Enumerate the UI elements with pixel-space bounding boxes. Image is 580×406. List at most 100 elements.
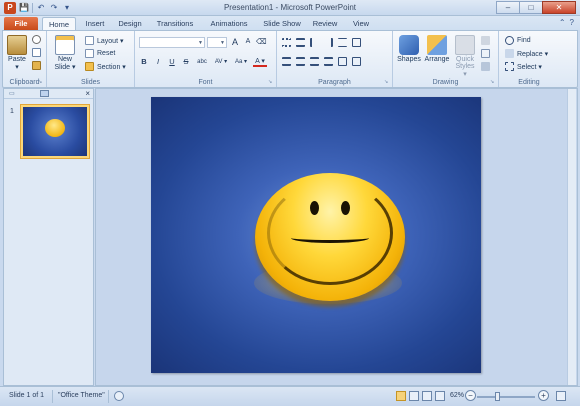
- cut-button[interactable]: [32, 35, 41, 44]
- slides-tab-icon[interactable]: [40, 90, 49, 97]
- text-shadow-button[interactable]: abc: [195, 57, 209, 67]
- columns-icon[interactable]: [352, 38, 361, 47]
- spell-check-icon[interactable]: [114, 391, 124, 401]
- align-left-icon[interactable]: [282, 57, 291, 66]
- align-right-icon[interactable]: [310, 57, 319, 66]
- reading-view-icon[interactable]: [422, 391, 432, 401]
- zoom-in-button[interactable]: +: [538, 390, 549, 401]
- slide-canvas[interactable]: [151, 97, 481, 373]
- shapes-button[interactable]: Shapes: [397, 35, 421, 63]
- drawing-group-label: Drawing: [432, 79, 459, 86]
- tab-transitions[interactable]: Transitions: [152, 17, 198, 30]
- group-font: ▼ ▼ A A ⌫ B I U S abc AV ▾ Aa ▾ A ▾ Font…: [135, 31, 277, 87]
- group-editing: Find Replace ▾ Select ▾ Editing: [499, 31, 559, 87]
- status-divider: [52, 390, 53, 403]
- font-size-select[interactable]: ▼: [207, 37, 227, 48]
- slides-panel-header: ▭ ×: [4, 89, 93, 99]
- justify-icon[interactable]: [324, 57, 333, 66]
- underline-button[interactable]: U: [167, 57, 177, 67]
- replace-button[interactable]: Replace ▾: [505, 49, 548, 58]
- new-slide-label-2: Slide ▾: [54, 64, 76, 71]
- reset-button[interactable]: Reset: [85, 49, 115, 58]
- shape-format-buttons: [481, 36, 490, 71]
- tab-home[interactable]: Home: [42, 17, 76, 30]
- group-clipboard: Paste ▾ Clipboard ↘: [3, 31, 47, 87]
- change-case-button[interactable]: Aa ▾: [233, 57, 249, 67]
- section-button[interactable]: Section ▾: [85, 62, 126, 71]
- smiley-mouth: [291, 233, 369, 243]
- slideshow-view-icon[interactable]: [435, 391, 445, 401]
- close-panel-icon[interactable]: ×: [85, 89, 90, 98]
- layout-label: Layout ▾: [97, 37, 124, 45]
- character-spacing-button[interactable]: AV ▾: [213, 57, 229, 67]
- drawing-launcher-icon[interactable]: ↘: [490, 79, 496, 85]
- tab-animations[interactable]: Animations: [204, 17, 254, 30]
- format-painter-button[interactable]: [32, 61, 41, 70]
- paste-button[interactable]: Paste ▾: [6, 35, 28, 71]
- grow-font-icon[interactable]: A: [230, 37, 240, 47]
- select-button[interactable]: Select ▾: [505, 62, 542, 71]
- close-button[interactable]: ✕: [542, 1, 576, 14]
- zoom-out-button[interactable]: −: [465, 390, 476, 401]
- tab-view[interactable]: View: [348, 17, 374, 30]
- text-direction-icon[interactable]: [338, 57, 347, 66]
- increase-indent-icon[interactable]: [324, 38, 333, 47]
- vertical-scrollbar[interactable]: [567, 89, 576, 385]
- quick-styles-icon: [455, 35, 475, 55]
- smiley-right-eye: [341, 201, 350, 215]
- collapse-icon[interactable]: ▭: [9, 90, 15, 97]
- zoom-level[interactable]: 62%: [450, 392, 464, 399]
- bold-button[interactable]: B: [139, 57, 149, 67]
- font-family-select[interactable]: ▼: [139, 37, 205, 48]
- align-center-icon[interactable]: [296, 57, 305, 66]
- paste-label: Paste: [8, 56, 26, 63]
- shape-effects-icon[interactable]: [481, 62, 490, 71]
- numbering-icon[interactable]: [296, 38, 305, 47]
- new-slide-label: New: [57, 56, 72, 63]
- tab-review[interactable]: Review: [310, 17, 340, 30]
- tab-insert[interactable]: Insert: [80, 17, 110, 30]
- select-icon: [505, 62, 514, 71]
- find-button[interactable]: Find: [505, 36, 531, 45]
- minimize-ribbon-icon[interactable]: ⌃: [559, 18, 566, 27]
- zoom-slider[interactable]: [477, 396, 535, 398]
- help-icon[interactable]: ?: [570, 18, 574, 27]
- tab-slide-show[interactable]: Slide Show: [260, 17, 304, 30]
- slide-sorter-icon[interactable]: [409, 391, 419, 401]
- bullets-icon[interactable]: [282, 38, 291, 47]
- paragraph-launcher-icon[interactable]: ↘: [384, 79, 390, 85]
- shrink-font-icon[interactable]: A: [243, 37, 253, 47]
- shape-fill-icon[interactable]: [481, 36, 490, 45]
- strikethrough-button[interactable]: S: [181, 57, 191, 67]
- shapes-label: Shapes: [397, 56, 421, 63]
- font-color-button[interactable]: A ▾: [253, 57, 267, 67]
- shape-outline-icon[interactable]: [481, 49, 490, 58]
- clear-formatting-icon[interactable]: ⌫: [256, 37, 267, 47]
- smiley-face-image[interactable]: [255, 173, 405, 301]
- clipboard-launcher-icon[interactable]: ↘: [38, 79, 44, 85]
- font-launcher-icon[interactable]: ↘: [268, 79, 274, 85]
- new-slide-button[interactable]: New Slide ▾: [53, 35, 77, 71]
- fit-slide-icon[interactable]: [556, 391, 566, 401]
- layout-button[interactable]: Layout ▾: [85, 36, 123, 45]
- normal-view-icon[interactable]: [396, 391, 406, 401]
- copy-button[interactable]: [32, 48, 41, 57]
- decrease-indent-icon[interactable]: [310, 38, 319, 47]
- convert-to-smartart-icon[interactable]: [352, 57, 361, 66]
- zoom-slider-thumb[interactable]: [495, 392, 500, 401]
- quick-styles-label: Quick: [456, 56, 474, 63]
- tab-file[interactable]: File: [4, 17, 38, 30]
- line-spacing-icon[interactable]: [338, 38, 347, 47]
- minimize-button[interactable]: –: [496, 1, 520, 14]
- maximize-button[interactable]: □: [519, 1, 543, 14]
- italic-button[interactable]: I: [153, 57, 163, 67]
- format-painter-icon: [32, 61, 41, 70]
- copy-icon: [32, 48, 41, 57]
- find-label: Find: [517, 37, 531, 44]
- editing-group-label: Editing: [518, 79, 540, 86]
- tab-design[interactable]: Design: [114, 17, 146, 30]
- slide-thumbnail[interactable]: [20, 104, 90, 159]
- arrange-button[interactable]: Arrange: [424, 35, 450, 63]
- paste-icon: [7, 35, 27, 55]
- quick-styles-button[interactable]: Quick Styles ▾: [453, 35, 477, 78]
